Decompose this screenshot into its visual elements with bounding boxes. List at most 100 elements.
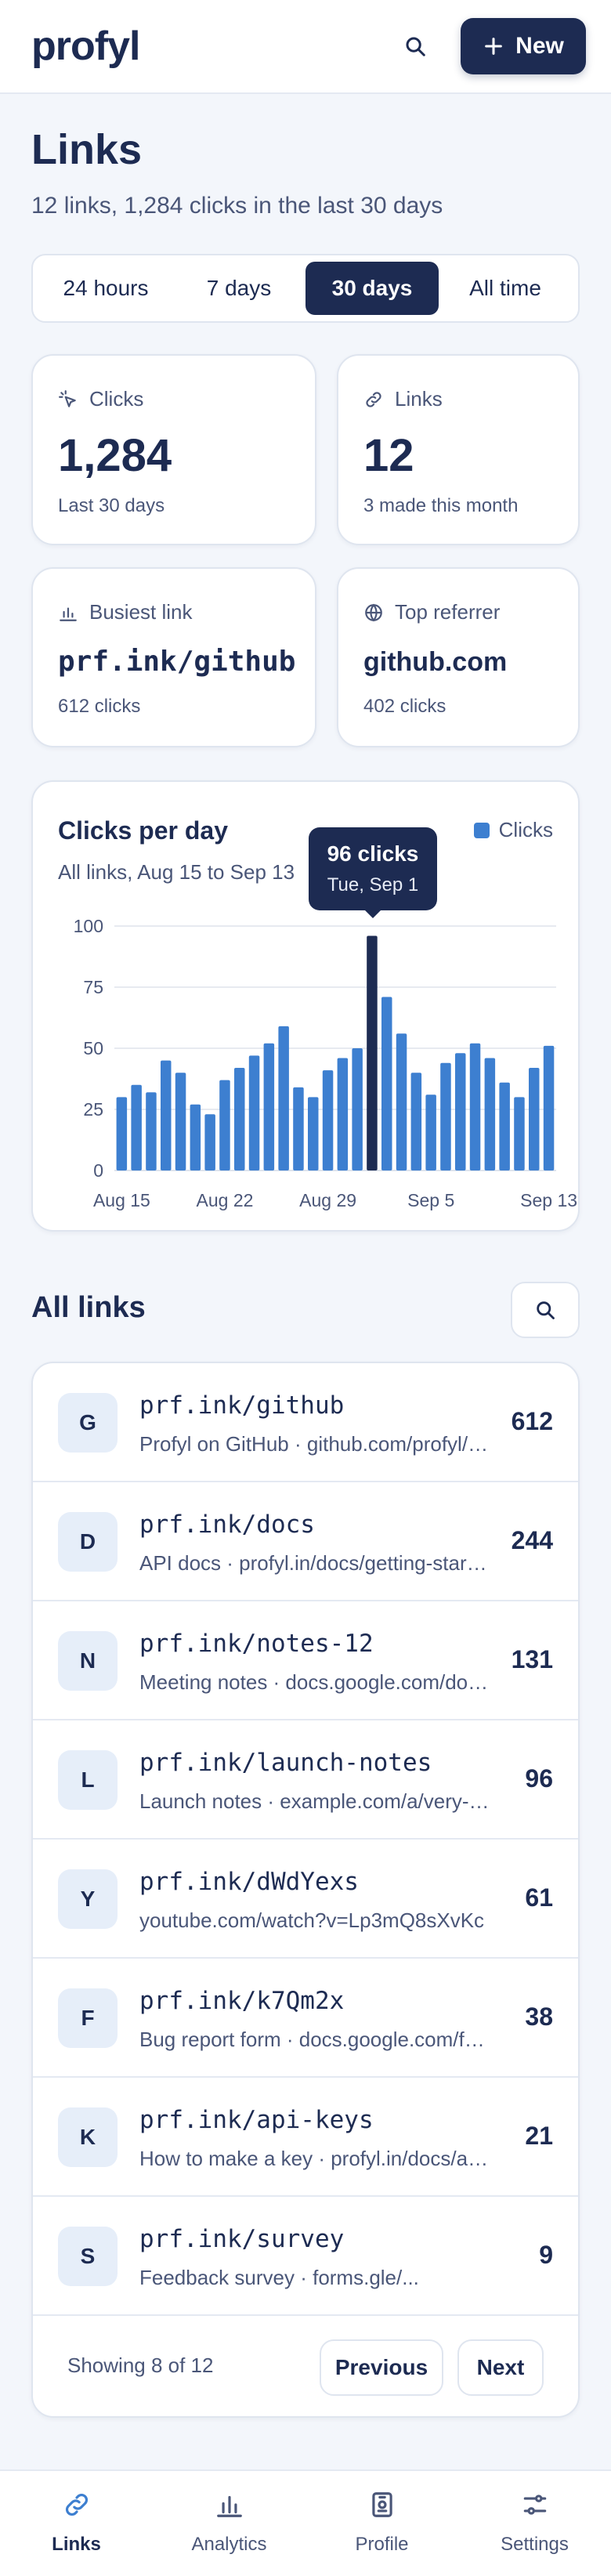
y-tick-label: 75 [83, 977, 103, 997]
clicks-bar-chart[interactable]: 0 25 50 75 100 Aug 15 Aug 22 Aug 29 Sep 5 Sep 13 [33, 782, 578, 1230]
chart-bar[interactable] [234, 1068, 245, 1170]
chart-bar[interactable] [499, 1082, 510, 1170]
chart-bar[interactable] [367, 935, 378, 1171]
new-link-button[interactable]: New [461, 18, 586, 74]
link-description: Feedback survey · forms.gle/... [139, 2266, 419, 2289]
nav-item-profile[interactable]: Profile [306, 2471, 458, 2576]
link-row-youtube[interactable]: Y prf.ink/dWdYexs youtube.com/watch?v=Lp… [33, 1840, 578, 1959]
link-row-launch-notes[interactable]: L prf.ink/launch-notes Launch notes · ex… [33, 1720, 578, 1840]
link-description: Launch notes · example.com/a/very-long-p… [139, 1789, 492, 1813]
link-click-count: 96 [525, 1764, 553, 1793]
chart-bar[interactable] [190, 1104, 201, 1170]
tooltip-date: Tue, Sep 1 [327, 874, 419, 895]
bar-chart-icon [216, 2495, 242, 2517]
all-links-title: All links [31, 1291, 146, 1324]
new-button-label: New [515, 33, 564, 59]
link-short-url: prf.ink/k7Qm2x [139, 1987, 345, 2015]
link-description: Bug report form · docs.google.com/forms [139, 2028, 492, 2051]
chart-bar[interactable] [484, 1058, 496, 1171]
badge-icon [371, 2492, 392, 2517]
range-tab-all[interactable]: All time [439, 262, 572, 315]
search-button[interactable] [398, 29, 432, 63]
bottom-nav: Links Analytics Profile Settings [0, 2469, 611, 2576]
chart-bar[interactable] [322, 1070, 334, 1170]
sliders-icon [523, 2495, 546, 2515]
stat-clicks-header: Clicks [58, 387, 143, 411]
stat-referrer-label: Top referrer [395, 600, 501, 624]
chart-bar[interactable] [455, 1053, 466, 1170]
link-short-url: prf.ink/notes-12 [139, 1630, 374, 1658]
stat-clicks-label: Clicks [89, 387, 144, 411]
link-click-count: 131 [511, 1645, 553, 1673]
chart-bar[interactable] [293, 1087, 304, 1170]
chart-bar[interactable] [543, 1045, 555, 1170]
chart-bar[interactable] [381, 997, 392, 1171]
clicks-chart-card: Clicks per day All links, Aug 15 to Sep … [31, 780, 580, 1232]
app-logo[interactable]: profyl [31, 23, 140, 70]
link-avatar: L [58, 1750, 118, 1810]
link-row-bug-form[interactable]: F prf.ink/k7Qm2x Bug report form · docs.… [33, 1959, 578, 2078]
chart-bar[interactable] [469, 1043, 481, 1170]
y-tick-label: 50 [83, 1038, 103, 1058]
bar-chart-icon [60, 607, 77, 621]
header-actions: New [398, 18, 586, 74]
chart-bar[interactable] [116, 1097, 128, 1170]
x-tick-label: Sep 5 [407, 1190, 454, 1210]
page-title: Links [31, 126, 143, 173]
previous-page-button[interactable]: Previous [320, 2339, 443, 2396]
chart-bar[interactable] [410, 1073, 422, 1170]
chart-bar[interactable] [131, 1084, 142, 1170]
chart-bar[interactable] [529, 1068, 540, 1170]
stat-busiest-header: Busiest link [58, 600, 193, 624]
chart-bar[interactable] [396, 1033, 407, 1170]
link-description: Meeting notes · docs.google.com/document [139, 1670, 492, 1694]
pagination-status: Showing 8 of 12 [67, 2353, 214, 2377]
nav-item-links[interactable]: Links [0, 2471, 153, 2576]
chart-bar[interactable] [146, 1092, 157, 1170]
link-row-docs[interactable]: D prf.ink/docs API docs · profyl.in/docs… [33, 1482, 578, 1601]
tooltip-value: 96 clicks [327, 841, 419, 866]
range-tab-7d[interactable]: 7 days [172, 262, 306, 315]
chart-bar[interactable] [514, 1097, 525, 1170]
search-icon [537, 1301, 555, 1319]
chart-bar[interactable] [161, 1060, 172, 1170]
chart-bar[interactable] [204, 1114, 215, 1170]
cursor-click-icon [59, 389, 76, 407]
link-click-count: 61 [525, 1883, 553, 1912]
stat-clicks-value: 1,284 [58, 430, 172, 481]
chart-bar[interactable] [425, 1094, 436, 1170]
chart-bar[interactable] [278, 1026, 289, 1170]
stat-links-sub: 3 made this month [363, 495, 519, 516]
range-tab-24h[interactable]: 24 hours [39, 262, 172, 315]
link-row-api-keys[interactable]: K prf.ink/api-keys How to make a key · p… [33, 2078, 578, 2197]
link-description: youtube.com/watch?v=Lp3mQ8sXvKc [139, 1908, 485, 1932]
app-header: profyl New [0, 0, 611, 94]
chart-bar[interactable] [175, 1073, 186, 1170]
link-row-survey[interactable]: S prf.ink/survey Feedback survey · forms… [33, 2197, 578, 2316]
search-icon [406, 37, 425, 56]
link-click-count: 9 [539, 2241, 553, 2269]
links-list: G prf.ink/github Profyl on GitHub · gith… [31, 1362, 580, 2418]
link-row-notes[interactable]: N prf.ink/notes-12 Meeting notes · docs.… [33, 1601, 578, 1720]
chart-bar[interactable] [352, 1048, 363, 1170]
next-page-button[interactable]: Next [457, 2339, 544, 2396]
links-search-button[interactable] [511, 1282, 580, 1338]
range-tab-30d[interactable]: 30 days [306, 262, 439, 315]
link-description: How to make a key · profyl.in/docs/api-k… [139, 2147, 492, 2170]
chart-bar[interactable] [440, 1062, 451, 1170]
nav-label-settings: Settings [501, 2534, 569, 2555]
nav-item-analytics[interactable]: Analytics [153, 2471, 306, 2576]
chart-bar[interactable] [219, 1080, 230, 1170]
chart-bar[interactable] [308, 1097, 319, 1170]
link-description: Profyl on GitHub · github.com/profyl/pro… [139, 1432, 492, 1456]
range-selector: 24 hours 7 days 30 days All time [31, 254, 580, 323]
stat-card-top-referrer[interactable]: Top referrer github.com 402 clicks [337, 567, 580, 747]
link-row-github[interactable]: G prf.ink/github Profyl on GitHub · gith… [33, 1363, 578, 1482]
chart-bar[interactable] [248, 1055, 260, 1170]
nav-label-profile: Profile [355, 2534, 409, 2555]
stat-card-busiest-link[interactable]: Busiest link prf.ink/github 612 clicks [31, 567, 316, 747]
nav-label-analytics: Analytics [191, 2534, 267, 2555]
nav-item-settings[interactable]: Settings [458, 2471, 611, 2576]
chart-bar[interactable] [337, 1058, 349, 1171]
chart-bar[interactable] [263, 1043, 275, 1170]
